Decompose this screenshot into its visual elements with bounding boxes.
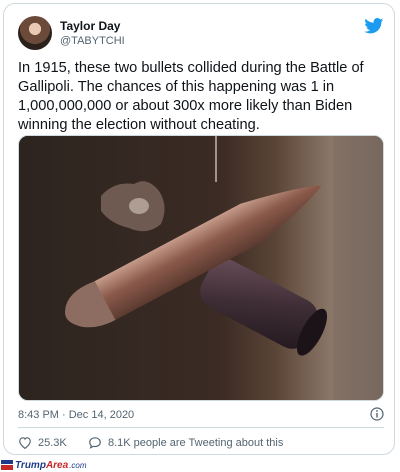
tweet-timestamp[interactable]: 8:43 PM · Dec 14, 2020 bbox=[18, 409, 134, 421]
logo-text-part1: Trump bbox=[15, 459, 46, 471]
logo-text-part2: Area bbox=[45, 459, 69, 471]
trumparea-logo: Trump Area .com bbox=[1, 459, 87, 471]
logo-text-part3: .com bbox=[69, 460, 87, 470]
screenshot-frame: Taylor Day @TABYTCHI In 1915, these two … bbox=[0, 0, 400, 472]
user-handle[interactable]: @TABYTCHI bbox=[60, 35, 125, 47]
heart-icon bbox=[19, 437, 31, 449]
people-tweeting-text: 8.1K people are Tweeting about this bbox=[108, 436, 284, 449]
flag-icon bbox=[1, 460, 13, 470]
bullets-photo[interactable] bbox=[18, 135, 384, 401]
bullets-photo-illustration bbox=[19, 136, 383, 400]
twitter-bird-icon[interactable] bbox=[364, 18, 384, 34]
tweet-card[interactable]: Taylor Day @TABYTCHI In 1915, these two … bbox=[3, 3, 395, 455]
people-tweeting-link[interactable]: 8.1K people are Tweeting about this bbox=[88, 436, 283, 449]
tweet-text: In 1915, these two bullets collided duri… bbox=[18, 60, 364, 133]
avatar[interactable] bbox=[18, 16, 52, 50]
display-name[interactable]: Taylor Day bbox=[60, 19, 120, 33]
like-count: 25.3K bbox=[38, 436, 67, 449]
info-icon[interactable] bbox=[370, 407, 384, 421]
speech-bubble-icon bbox=[89, 437, 101, 449]
divider bbox=[18, 427, 384, 428]
like-button[interactable]: 25.3K bbox=[18, 436, 67, 449]
